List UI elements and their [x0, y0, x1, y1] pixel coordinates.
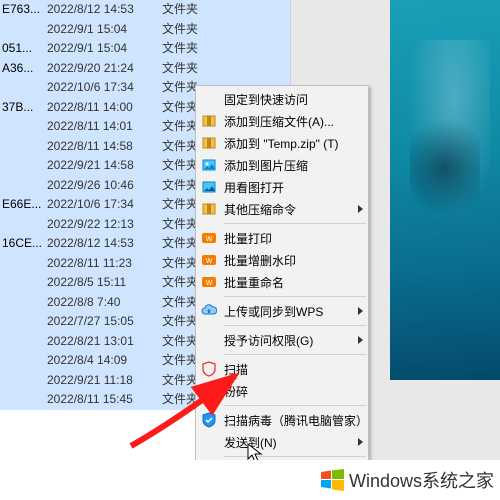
menu-other-compress[interactable]: 其他压缩命令 [196, 198, 368, 220]
file-name-cell: 37B... [0, 98, 47, 118]
file-date-cell: 2022/10/6 17:34 [47, 78, 162, 98]
separator [224, 325, 366, 326]
file-name-cell [0, 293, 47, 313]
submenu-arrow-icon [358, 336, 363, 344]
file-name-cell [0, 312, 47, 332]
table-row[interactable]: 2022/9/1 15:04文件夹 [0, 20, 290, 40]
file-date-cell: 2022/8/11 11:23 [47, 254, 162, 274]
file-date-cell: 2022/8/21 13:01 [47, 332, 162, 352]
file-date-cell: 2022/9/1 15:04 [47, 39, 162, 59]
file-name-cell [0, 332, 47, 352]
file-name-cell [0, 176, 47, 196]
file-name-cell [0, 156, 47, 176]
file-date-cell: 2022/8/11 14:00 [47, 98, 162, 118]
file-date-cell: 2022/8/5 15:11 [47, 273, 162, 293]
menu-scan-virus[interactable]: 扫描病毒（腾讯电脑管家） [196, 409, 368, 431]
menu-send-to[interactable]: 发送到(N) [196, 431, 368, 453]
svg-text:W: W [206, 258, 213, 265]
file-type-cell: 文件夹 [162, 39, 222, 59]
file-date-cell: 2022/8/11 14:58 [47, 137, 162, 157]
file-name-cell [0, 273, 47, 293]
submenu-arrow-icon [358, 438, 363, 446]
shield-scan-icon [201, 361, 217, 377]
archive-icon [201, 135, 217, 151]
windows-logo-icon [319, 467, 345, 493]
file-date-cell: 2022/9/20 21:24 [47, 59, 162, 79]
submenu-arrow-icon [358, 205, 363, 213]
watermark-bar: Windows系统之家 [0, 460, 500, 500]
file-name-cell [0, 254, 47, 274]
menu-scan[interactable]: 扫描 [196, 358, 368, 380]
image-compress-icon [201, 157, 217, 173]
menu-shred[interactable]: 粉碎 [196, 380, 368, 402]
file-name-cell [0, 390, 47, 410]
file-date-cell: 2022/8/11 14:01 [47, 117, 162, 137]
submenu-arrow-icon [358, 307, 363, 315]
table-row[interactable]: E763...2022/8/12 14:53文件夹 [0, 0, 290, 20]
context-menu: 固定到快速访问 添加到压缩文件(A)... 添加到 "Temp.zip" (T)… [195, 85, 369, 500]
file-name-cell [0, 137, 47, 157]
menu-add-to-temp-zip[interactable]: 添加到 "Temp.zip" (T) [196, 132, 368, 154]
file-name-cell [0, 78, 47, 98]
separator [224, 456, 366, 457]
menu-add-image-compress[interactable]: 添加到图片压缩 [196, 154, 368, 176]
wps-icon: W [201, 230, 217, 246]
wps-icon: W [201, 274, 217, 290]
svg-text:W: W [206, 236, 213, 243]
file-date-cell: 2022/9/1 15:04 [47, 20, 162, 40]
file-name-cell [0, 371, 47, 391]
menu-batch-print[interactable]: W 批量打印 [196, 227, 368, 249]
file-name-cell: A36... [0, 59, 47, 79]
separator [224, 405, 366, 406]
file-date-cell: 2022/9/22 12:13 [47, 215, 162, 235]
cloud-upload-icon [201, 303, 217, 319]
menu-batch-rename[interactable]: W 批量重命名 [196, 271, 368, 293]
file-date-cell: 2022/7/27 15:05 [47, 312, 162, 332]
file-date-cell: 2022/8/4 14:09 [47, 351, 162, 371]
table-row[interactable]: A36...2022/9/20 21:24文件夹 [0, 59, 290, 79]
file-name-cell: 16CE... [0, 234, 47, 254]
menu-pin-to-quick-access[interactable]: 固定到快速访问 [196, 88, 368, 110]
file-date-cell: 2022/9/21 11:18 [47, 371, 162, 391]
file-date-cell: 2022/9/21 14:58 [47, 156, 162, 176]
menu-open-with-viewer[interactable]: 用看图打开 [196, 176, 368, 198]
menu-add-to-archive[interactable]: 添加到压缩文件(A)... [196, 110, 368, 132]
separator [224, 354, 366, 355]
file-name-cell [0, 20, 47, 40]
file-date-cell: 2022/8/12 14:53 [47, 0, 162, 20]
menu-grant-access[interactable]: 授予访问权限(G) [196, 329, 368, 351]
wps-icon: W [201, 252, 217, 268]
desktop-wallpaper [390, 0, 500, 380]
file-type-cell: 文件夹 [162, 20, 222, 40]
file-date-cell: 2022/10/6 17:34 [47, 195, 162, 215]
file-name-cell [0, 117, 47, 137]
antivirus-icon [201, 412, 217, 428]
file-name-cell [0, 351, 47, 371]
file-date-cell: 2022/8/12 14:53 [47, 234, 162, 254]
file-name-cell: E66E... [0, 195, 47, 215]
separator [224, 296, 366, 297]
file-type-cell: 文件夹 [162, 0, 222, 20]
file-name-cell [0, 215, 47, 235]
file-date-cell: 2022/8/8 7:40 [47, 293, 162, 313]
image-viewer-icon [201, 179, 217, 195]
file-date-cell: 2022/9/26 10:46 [47, 176, 162, 196]
file-type-cell: 文件夹 [162, 59, 222, 79]
file-date-cell: 2022/8/11 15:45 [47, 390, 162, 410]
archive-icon [201, 113, 217, 129]
watermark-text: Windows系统之家 [349, 467, 494, 493]
table-row[interactable]: 051...2022/9/1 15:04文件夹 [0, 39, 290, 59]
menu-upload-wps[interactable]: 上传或同步到WPS [196, 300, 368, 322]
svg-text:W: W [206, 280, 213, 287]
separator [224, 223, 366, 224]
shred-icon [201, 383, 217, 399]
menu-batch-watermark[interactable]: W 批量增删水印 [196, 249, 368, 271]
file-name-cell: 051... [0, 39, 47, 59]
file-name-cell: E763... [0, 0, 47, 20]
archive-icon [201, 201, 217, 217]
